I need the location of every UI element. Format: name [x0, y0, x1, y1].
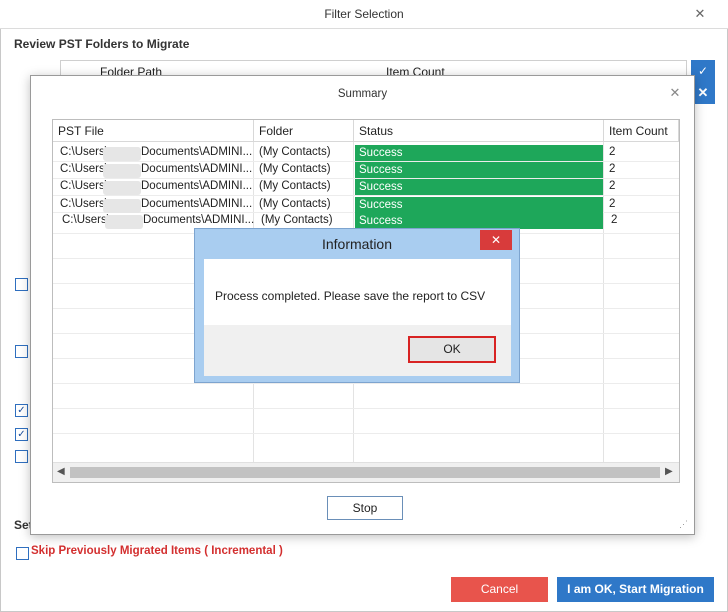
information-title: Information — [321, 236, 393, 252]
item-count-cell: 2 — [609, 163, 616, 175]
item-count-cell: 2 — [609, 180, 616, 192]
row-divider — [53, 383, 679, 384]
table-row[interactable]: C:\Users\ Documents\ADMINI... (My Contac… — [53, 179, 679, 196]
folder-checkbox-checked[interactable]: ✓ — [15, 404, 28, 417]
redacted-username — [103, 164, 141, 178]
stop-button[interactable]: Stop — [327, 496, 403, 520]
ok-button[interactable]: OK — [408, 336, 496, 363]
table-row[interactable]: C:\Users\ Documents\ADMINI... (My Contac… — [53, 145, 679, 162]
pst-path-prefix: C:\Users\ — [62, 214, 110, 226]
information-message: Process completed. Please save the repor… — [215, 289, 486, 303]
pst-path-prefix: C:\Users\ — [60, 146, 108, 158]
skip-migrated-label[interactable]: Skip Previously Migrated Items ( Increme… — [31, 545, 283, 557]
folder-checkbox[interactable] — [15, 345, 28, 358]
pst-path-prefix: C:\Users\ — [60, 180, 108, 192]
status-badge: Success — [355, 145, 603, 161]
pst-path-suffix: Documents\ADMINI... — [141, 146, 253, 158]
close-icon[interactable]: ✕ — [690, 4, 710, 24]
table-row[interactable]: C:\Users\ Documents\ADMINI... (My Contac… — [53, 162, 679, 179]
close-icon[interactable]: ✕ — [480, 230, 512, 250]
item-count-cell: 2 — [611, 214, 618, 226]
cancel-button[interactable]: Cancel — [451, 577, 548, 602]
folder-cell: (My Contacts) — [261, 214, 333, 226]
start-migration-button[interactable]: I am OK, Start Migration — [557, 577, 714, 602]
status-badge: Success — [355, 197, 603, 213]
pst-path-suffix: Documents\ADMINI... — [141, 180, 253, 192]
item-count-cell: 2 — [609, 146, 616, 158]
pst-path-suffix: Documents\ADMINI... — [141, 198, 253, 210]
item-count-header[interactable]: Item Count — [604, 120, 679, 142]
table-row[interactable]: C:\Users\ Documents\ADMINI... (My Contac… — [53, 197, 679, 214]
information-dialog: Information ✕ Process completed. Please … — [194, 228, 520, 383]
information-footer: OK — [204, 325, 511, 376]
pst-file-header[interactable]: PST File — [53, 120, 254, 142]
pst-path-prefix: C:\Users\ — [60, 163, 108, 175]
window-title: Filter Selection — [324, 7, 404, 21]
status-badge: Success — [355, 213, 603, 229]
folder-header[interactable]: Folder — [254, 120, 354, 142]
redacted-username — [103, 147, 141, 161]
redacted-username — [105, 215, 143, 229]
resize-grip-icon[interactable]: ⋰ — [679, 519, 688, 530]
pst-path-suffix: Documents\ADMINI... — [141, 163, 253, 175]
folder-cell: (My Contacts) — [259, 163, 331, 175]
review-heading: Review PST Folders to Migrate — [14, 37, 190, 51]
item-count-cell: 2 — [609, 198, 616, 210]
folder-cell: (My Contacts) — [259, 146, 331, 158]
scroll-left-icon[interactable]: ◀ — [57, 466, 65, 477]
pst-path-prefix: C:\Users\ — [60, 198, 108, 210]
close-icon[interactable]: ✕ — [667, 85, 683, 101]
folder-checkbox-checked[interactable]: ✓ — [15, 428, 28, 441]
information-body: Process completed. Please save the repor… — [204, 259, 511, 376]
summary-title: Summary — [337, 88, 388, 100]
folder-checkbox[interactable] — [15, 278, 28, 291]
status-badge: Success — [355, 162, 603, 178]
horizontal-scrollbar[interactable]: ◀ ▶ — [53, 462, 679, 482]
folder-cell: (My Contacts) — [259, 180, 331, 192]
row-divider — [53, 408, 679, 409]
pst-path-suffix: Documents\ADMINI... — [143, 214, 255, 226]
folder-cell: (My Contacts) — [259, 198, 331, 210]
status-badge: Success — [355, 179, 603, 195]
row-divider — [53, 433, 679, 434]
redacted-username — [103, 181, 141, 195]
status-header[interactable]: Status — [354, 120, 604, 142]
scrollbar-thumb[interactable] — [70, 467, 660, 478]
scroll-right-icon[interactable]: ▶ — [665, 466, 673, 477]
skip-migrated-checkbox[interactable] — [16, 547, 29, 560]
redacted-username — [103, 199, 141, 213]
folder-checkbox[interactable] — [15, 450, 28, 463]
